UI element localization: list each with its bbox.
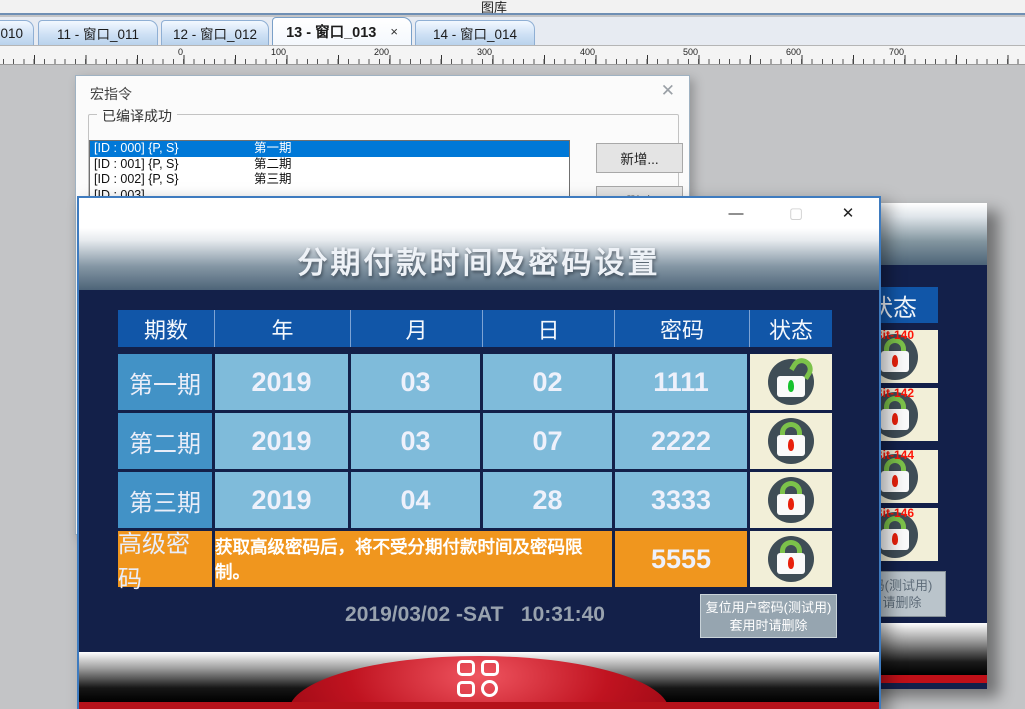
year-field[interactable]: 2019 — [215, 413, 348, 469]
menu-bar: 图库 — [0, 0, 1025, 15]
advanced-password-field[interactable]: 5555 — [615, 531, 747, 587]
advanced-password-description: 获取高级密码后，将不受分期付款时间及密码限制。 — [215, 531, 612, 587]
add-macro-button[interactable]: 新增... — [596, 143, 683, 173]
tab-window-013-active[interactable]: 13 - 窗口_013 × — [272, 17, 412, 45]
period-label: 第二期 — [118, 413, 212, 469]
window-title-bar: — ▢ ✕ — [79, 198, 879, 228]
period-label: 第三期 — [118, 472, 212, 528]
year-field[interactable]: 2019 — [215, 472, 348, 528]
month-field[interactable]: 04 — [351, 472, 480, 528]
brand-logo-icon — [457, 660, 503, 700]
reset-password-button[interactable]: 复位用户密码(测试用) 套用时请删除 — [700, 594, 837, 638]
advanced-password-label: 高级密码 — [118, 531, 212, 587]
macro-list-item[interactable]: [ID : 002] {P, S} 第三期 — [90, 172, 569, 188]
password-field[interactable]: 1111 — [615, 354, 747, 410]
table-row-period-1: 第一期 2019 03 02 1111 — [118, 354, 832, 410]
year-field[interactable]: 2019 — [215, 354, 348, 410]
table-row-period-2: 第二期 2019 03 07 2222 — [118, 413, 832, 469]
lock-closed-icon — [768, 418, 814, 464]
tab-window-010[interactable]: 010 — [0, 20, 34, 45]
horizontal-ruler: 0 100 200 300 400 500 600 700 — [0, 45, 1025, 65]
window-bottom-band — [79, 648, 879, 709]
tab-window-014[interactable]: 14 - 窗口_014 — [415, 20, 535, 45]
password-field[interactable]: 2222 — [615, 413, 747, 469]
password-field[interactable]: 3333 — [615, 472, 747, 528]
window-tab-bar: 010 11 - 窗口_011 12 - 窗口_012 13 - 窗口_013 … — [0, 17, 1025, 45]
table-row-period-3: 第三期 2019 04 28 3333 — [118, 472, 832, 528]
status-cell[interactable] — [750, 531, 832, 587]
macro-list-item[interactable]: [ID : 000] {P, S} 第一期 — [90, 141, 569, 157]
tab-window-011[interactable]: 11 - 窗口_011 — [38, 20, 158, 45]
month-field[interactable]: 03 — [351, 354, 480, 410]
status-cell[interactable] — [750, 354, 832, 410]
compile-status-label: 已编译成功 — [97, 106, 177, 126]
dialog-close-icon[interactable]: ✕ — [661, 81, 675, 101]
installment-table: 期数 年 月 日 密码 状态 第一期 2019 03 02 1111 第二期 2… — [118, 310, 832, 587]
table-header-row: 期数 年 月 日 密码 状态 — [118, 310, 832, 347]
period-label: 第一期 — [118, 354, 212, 410]
table-row-advanced-password: 高级密码 获取高级密码后，将不受分期付款时间及密码限制。 5555 — [118, 531, 832, 587]
macro-list-item[interactable]: [ID : 001] {P, S} 第二期 — [90, 157, 569, 173]
tab-close-icon[interactable]: × — [390, 24, 398, 39]
day-field[interactable]: 02 — [483, 354, 612, 410]
maximize-button[interactable]: ▢ — [773, 198, 819, 228]
dialog-title: 宏指令 — [90, 84, 132, 104]
installment-settings-window: — ▢ ✕ 分期付款时间及密码设置 期数 年 月 日 密码 状态 第一期 201… — [77, 196, 881, 709]
app-root: 图库 010 11 - 窗口_011 12 - 窗口_012 13 - 窗口_0… — [0, 0, 1025, 709]
lock-open-icon — [768, 359, 814, 405]
tab-window-012[interactable]: 12 - 窗口_012 — [161, 20, 269, 45]
status-cell[interactable] — [750, 413, 832, 469]
month-field[interactable]: 03 — [351, 413, 480, 469]
minimize-button[interactable]: — — [713, 198, 759, 228]
status-cell[interactable] — [750, 472, 832, 528]
page-title: 分期付款时间及密码设置 — [79, 238, 879, 282]
day-field[interactable]: 28 — [483, 472, 612, 528]
lock-closed-icon — [768, 477, 814, 523]
menu-item-gallery[interactable]: 图库 — [481, 0, 507, 16]
close-button[interactable]: ✕ — [825, 198, 871, 228]
lock-closed-icon — [768, 536, 814, 582]
day-field[interactable]: 07 — [483, 413, 612, 469]
